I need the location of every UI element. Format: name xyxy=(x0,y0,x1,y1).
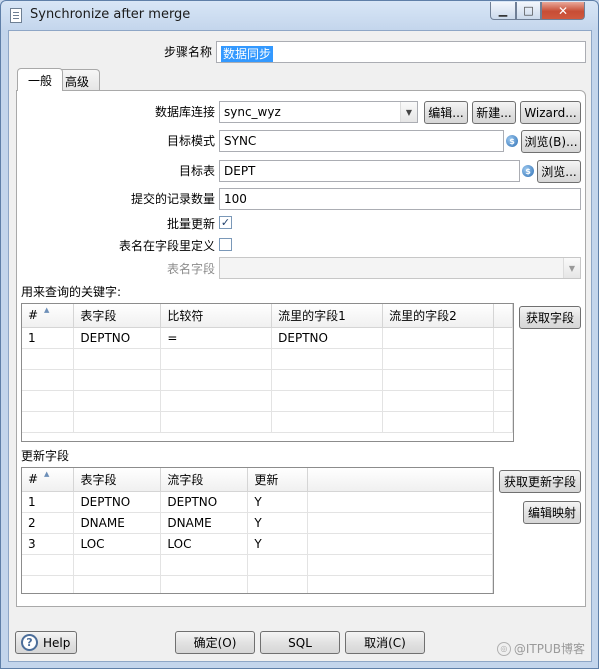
table-row[interactable]: 2 DNAME DNAME Y xyxy=(22,512,493,534)
column-header[interactable]: 流里的字段1 xyxy=(271,304,384,328)
column-header[interactable]: 更新 xyxy=(247,468,309,492)
sql-button[interactable]: SQL xyxy=(260,631,340,654)
help-icon: ? xyxy=(21,634,38,651)
batch-update-checkbox[interactable]: ✓ xyxy=(219,216,232,229)
variable-icon: $ xyxy=(506,135,518,147)
minimize-button[interactable]: ▁ xyxy=(490,2,516,20)
table-row[interactable] xyxy=(22,575,493,593)
target-schema-label: 目标模式 xyxy=(166,134,215,148)
column-header[interactable]: 流字段 xyxy=(160,468,249,492)
tablename-in-field-checkbox[interactable] xyxy=(219,238,232,251)
step-name-label: 步骤名称 xyxy=(163,45,212,59)
document-icon xyxy=(10,8,22,23)
commit-size-input[interactable]: 100 xyxy=(219,188,581,210)
update-fields-table[interactable]: # 表字段 流字段 更新 1 DEPTNO DEPTNO Y 2 DNAME D… xyxy=(21,467,494,594)
keys-section-title: 用来查询的关键字: xyxy=(21,285,122,299)
target-table-label: 目标表 xyxy=(178,164,215,178)
title-bar[interactable]: Synchronize after merge ▁ □ ✕ xyxy=(1,1,598,29)
connection-combo[interactable]: sync_wyz ▼ xyxy=(219,101,418,123)
edit-connection-button[interactable]: 编辑... xyxy=(424,101,468,124)
edit-mapping-button[interactable]: 编辑映射 xyxy=(523,501,581,524)
tab-panel-general: 数据库连接 sync_wyz ▼ 编辑... 新建... Wizard... 目… xyxy=(16,90,586,607)
table-row[interactable] xyxy=(22,554,493,576)
get-fields-button[interactable]: 获取字段 xyxy=(519,306,581,329)
target-schema-input[interactable]: SYNC xyxy=(219,130,504,152)
update-section-title: 更新字段 xyxy=(21,449,70,463)
sort-ascending-icon: ▲ xyxy=(44,306,50,314)
watermark-text: @ITPUB博客 xyxy=(513,642,585,656)
dialog-window: Synchronize after merge ▁ □ ✕ 步骤名称 数据同步 … xyxy=(0,0,599,669)
watermark-logo-icon: ◎ xyxy=(496,641,511,656)
browse-schema-button[interactable]: 浏览(B)... xyxy=(521,130,581,153)
commit-size-label: 提交的记录数量 xyxy=(130,192,215,206)
get-update-fields-button[interactable]: 获取更新字段 xyxy=(499,470,581,493)
connection-value: sync_wyz xyxy=(224,105,281,119)
table-row[interactable]: 3 LOC LOC Y xyxy=(22,533,493,555)
variable-icon: $ xyxy=(522,165,534,177)
close-button[interactable]: ✕ xyxy=(541,2,585,20)
tablename-field-label: 表名字段 xyxy=(166,262,215,276)
sort-ascending-icon: ▲ xyxy=(44,470,50,478)
tab-general[interactable]: 一般 xyxy=(17,68,64,91)
column-header[interactable]: 比较符 xyxy=(160,304,273,328)
step-name-input[interactable]: 数据同步 xyxy=(216,41,586,63)
table-row[interactable]: 1 DEPTNO DEPTNO Y xyxy=(22,491,493,513)
chevron-down-icon[interactable]: ▼ xyxy=(563,258,580,278)
tablename-in-field-label: 表名在字段里定义 xyxy=(118,239,215,253)
update-header-row: # 表字段 流字段 更新 xyxy=(22,468,493,492)
connection-label: 数据库连接 xyxy=(154,105,215,119)
table-row[interactable] xyxy=(22,390,513,412)
window-title: Synchronize after merge xyxy=(30,7,191,22)
help-button-label: Help xyxy=(43,635,71,650)
help-button[interactable]: ? Help xyxy=(15,631,77,654)
wizard-button[interactable]: Wizard... xyxy=(520,101,581,124)
column-header[interactable]: 流里的字段2 xyxy=(382,304,494,328)
table-row[interactable] xyxy=(22,348,513,370)
column-header[interactable]: 表字段 xyxy=(73,304,162,328)
new-connection-button[interactable]: 新建... xyxy=(472,101,516,124)
maximize-button[interactable]: □ xyxy=(516,2,541,20)
table-row[interactable]: 1 DEPTNO = DEPTNO xyxy=(22,327,513,349)
keys-table[interactable]: # 表字段 比较符 流里的字段1 流里的字段2 1 DEPTNO = DEPTN… xyxy=(21,303,514,442)
dialog-client-area: 步骤名称 数据同步 一般 高级 数据库连接 sync_wyz ▼ 编辑... 新… xyxy=(8,30,592,662)
tablename-field-combo[interactable]: ▼ xyxy=(219,257,581,279)
watermark: ◎ @ITPUB博客 xyxy=(496,640,585,657)
keys-header-row: # 表字段 比较符 流里的字段1 流里的字段2 xyxy=(22,304,513,328)
cancel-button[interactable]: 取消(C) xyxy=(345,631,425,654)
column-header[interactable]: 表字段 xyxy=(73,468,162,492)
ok-button[interactable]: 确定(O) xyxy=(175,631,255,654)
batch-update-label: 批量更新 xyxy=(166,217,215,231)
table-row[interactable] xyxy=(22,369,513,391)
browse-table-button[interactable]: 浏览... xyxy=(537,160,581,183)
chevron-down-icon[interactable]: ▼ xyxy=(400,102,417,122)
target-table-input[interactable]: DEPT xyxy=(219,160,520,182)
step-name-value: 数据同步 xyxy=(221,46,274,62)
table-row[interactable] xyxy=(22,411,513,433)
